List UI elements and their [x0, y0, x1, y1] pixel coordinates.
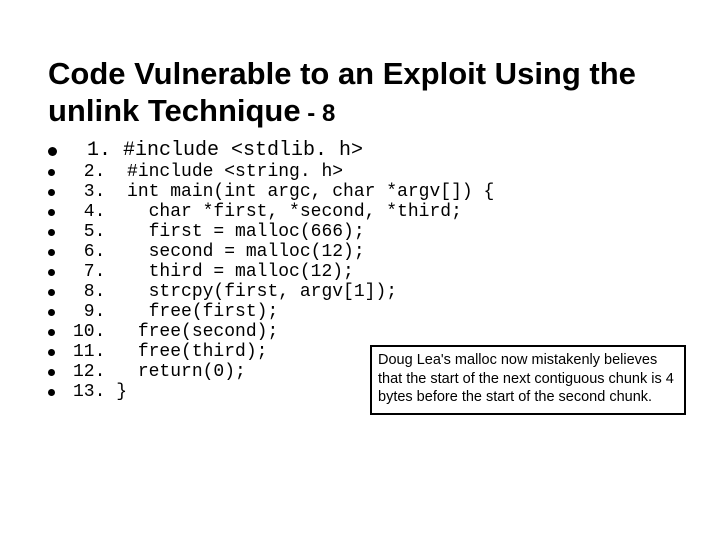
line-number: 3.: [73, 182, 116, 202]
line-number: 9.: [73, 302, 116, 322]
bullet-icon: [48, 229, 55, 236]
code-line: 9. free(first);: [48, 302, 672, 322]
code-text: third = malloc(12);: [116, 262, 354, 282]
bullet-icon: [48, 269, 55, 276]
bullet-icon: [48, 249, 55, 256]
bullet-icon: [48, 169, 55, 176]
line-number: 4.: [73, 202, 116, 222]
code-text: int main(int argc, char *argv[]) {: [116, 182, 494, 202]
code-line: 4. char *first, *second, *third;: [48, 202, 672, 222]
line-number: 8.: [73, 282, 116, 302]
code-line: 1. #include <stdlib. h>: [48, 139, 672, 162]
title-suffix: - 8: [301, 100, 336, 127]
line-number: 12.: [73, 362, 116, 382]
code-text: #include <stdlib. h>: [123, 139, 363, 162]
line-number: 6.: [73, 242, 116, 262]
code-text: free(first);: [116, 302, 278, 322]
line-number: 11.: [73, 342, 116, 362]
line-number: 13.: [73, 382, 116, 402]
annotation-callout: Doug Lea's malloc now mistakenly believe…: [370, 345, 686, 415]
code-text: #include <string. h>: [116, 162, 343, 182]
line-number: 7.: [73, 262, 116, 282]
line-number: 5.: [73, 222, 116, 242]
bullet-icon: [48, 289, 55, 296]
code-text: second = malloc(12);: [116, 242, 364, 262]
slide-title: Code Vulnerable to an Exploit Using the …: [48, 56, 672, 129]
code-text: return(0);: [116, 362, 246, 382]
code-line: 7. third = malloc(12);: [48, 262, 672, 282]
bullet-icon: [48, 209, 55, 216]
code-line: 5. first = malloc(666);: [48, 222, 672, 242]
line-number: 10.: [73, 322, 116, 342]
code-line: 3. int main(int argc, char *argv[]) {: [48, 182, 672, 202]
bullet-icon: [48, 389, 55, 396]
code-line: 6. second = malloc(12);: [48, 242, 672, 262]
code-text: first = malloc(666);: [116, 222, 364, 242]
code-text: }: [116, 382, 127, 402]
slide: Code Vulnerable to an Exploit Using the …: [0, 0, 720, 540]
code-text: char *first, *second, *third;: [116, 202, 462, 222]
code-text: free(third);: [116, 342, 267, 362]
bullet-icon: [48, 349, 55, 356]
bullet-icon: [48, 147, 57, 156]
callout-text: Doug Lea's malloc now mistakenly believe…: [378, 352, 674, 405]
code-line: 2. #include <string. h>: [48, 162, 672, 182]
code-line: 8. strcpy(first, argv[1]);: [48, 282, 672, 302]
bullet-icon: [48, 189, 55, 196]
bullet-icon: [48, 369, 55, 376]
code-text: free(second);: [116, 322, 278, 342]
title-main: Code Vulnerable to an Exploit Using the …: [48, 56, 636, 128]
bullet-icon: [48, 309, 55, 316]
line-number: 1.: [75, 139, 123, 162]
code-text: strcpy(first, argv[1]);: [116, 282, 397, 302]
code-line: 10. free(second);: [48, 322, 672, 342]
bullet-icon: [48, 329, 55, 336]
line-number: 2.: [73, 162, 116, 182]
